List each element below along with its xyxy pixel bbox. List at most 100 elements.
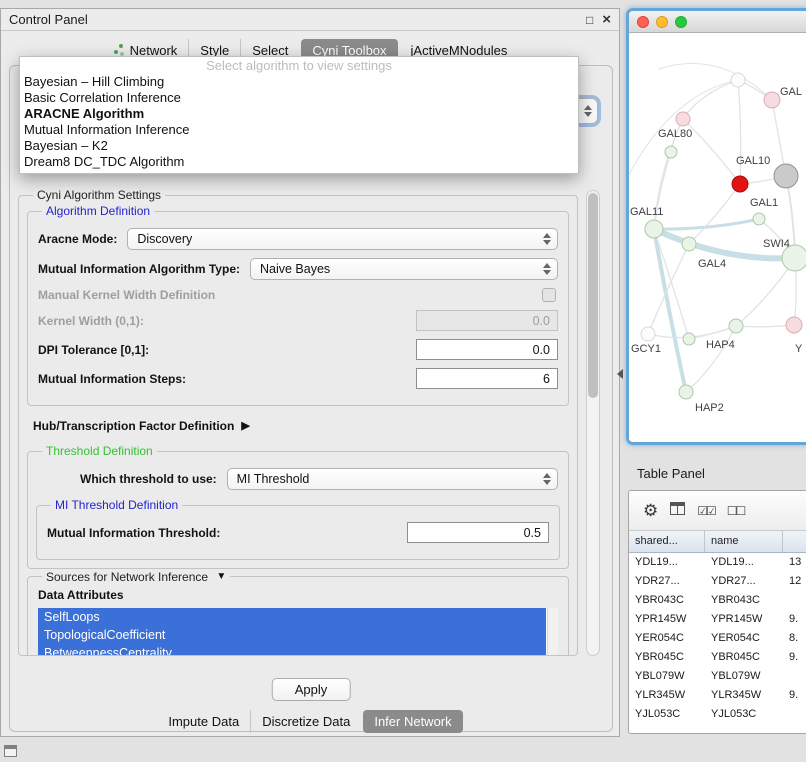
network-node[interactable] bbox=[729, 319, 743, 333]
table-row[interactable]: YBR045CYBR045C9. bbox=[629, 648, 806, 667]
algorithm-option-bayesian-hill-climbing[interactable]: Bayesian – Hill Climbing bbox=[20, 74, 578, 90]
collapse-down-icon: ▼ bbox=[216, 571, 226, 582]
tab-infer-network[interactable]: Infer Network bbox=[363, 710, 462, 733]
table-cell: YLR345W bbox=[705, 686, 783, 705]
network-node[interactable] bbox=[731, 73, 745, 87]
network-edge[interactable] bbox=[659, 63, 772, 100]
close-window-icon[interactable]: × bbox=[602, 14, 611, 26]
table-row[interactable]: YJL053CYJL053C bbox=[629, 705, 806, 724]
which-threshold-label: Which threshold to use: bbox=[80, 472, 217, 486]
table-cell: 8. bbox=[783, 629, 806, 648]
table-row[interactable]: YER054CYER054C8. bbox=[629, 629, 806, 648]
kernel-width-field[interactable]: 0.0 bbox=[416, 310, 558, 331]
network-node[interactable] bbox=[682, 237, 696, 251]
tab-discretize-data[interactable]: Discretize Data bbox=[250, 710, 361, 733]
algorithm-definition-title: Algorithm Definition bbox=[42, 204, 154, 218]
network-edge[interactable] bbox=[738, 80, 741, 184]
table-row[interactable]: YPR145WYPR145W9. bbox=[629, 610, 806, 629]
apply-button[interactable]: Apply bbox=[272, 678, 351, 701]
table-row[interactable]: YLR345WYLR345W9. bbox=[629, 686, 806, 705]
network-edge[interactable] bbox=[736, 258, 795, 326]
gear-icon[interactable]: ⚙ bbox=[643, 501, 658, 521]
table-row[interactable]: YDR27...YDR27...12 bbox=[629, 572, 806, 591]
control-panel-window: Control Panel □ × NetworkStyleSelectCyni… bbox=[0, 8, 620, 737]
network-node[interactable] bbox=[774, 164, 798, 188]
columns-icon[interactable] bbox=[670, 502, 685, 520]
table-cell: YER054C bbox=[629, 629, 705, 648]
minimize-traffic-light-icon[interactable] bbox=[656, 16, 668, 28]
table-row[interactable]: YDL19...YDL19...13 bbox=[629, 553, 806, 572]
node-label-hap2: HAP2 bbox=[695, 402, 724, 414]
combo-stepper-icon bbox=[542, 233, 551, 245]
network-node[interactable] bbox=[732, 176, 748, 192]
list-scrollbar[interactable] bbox=[547, 608, 558, 656]
algorithm-option-aracne-algorithm[interactable]: ARACNE Algorithm bbox=[20, 106, 578, 122]
mi-steps-label: Mutual Information Steps: bbox=[38, 372, 186, 386]
control-panel-title: Control Panel bbox=[9, 12, 88, 27]
algorithm-option-dream8-dc-tdc-algorithm[interactable]: Dream8 DC_TDC Algorithm bbox=[20, 154, 578, 170]
dpi-tolerance-field[interactable]: 0.0 bbox=[416, 339, 558, 360]
network-node[interactable] bbox=[764, 92, 780, 108]
network-edge[interactable] bbox=[654, 219, 759, 229]
network-node[interactable] bbox=[753, 213, 765, 225]
network-node[interactable] bbox=[683, 333, 695, 345]
node-label-hap4: HAP4 bbox=[706, 339, 735, 351]
table-row[interactable]: YBR043CYBR043C bbox=[629, 591, 806, 610]
combo-stepper-icon bbox=[542, 263, 551, 275]
network-edge[interactable] bbox=[689, 184, 740, 244]
select-rows-icon[interactable]: ☑☑ bbox=[697, 504, 715, 518]
control-panel-titlebar[interactable]: Control Panel □ × bbox=[1, 9, 619, 31]
mi-steps-field[interactable]: 6 bbox=[416, 368, 558, 389]
column-header-extra[interactable] bbox=[783, 531, 806, 552]
mi-threshold-row: Mutual Information Threshold: 0.5 bbox=[47, 522, 549, 543]
minimized-panel-icon[interactable] bbox=[4, 745, 17, 757]
attribute-item-betweennesscentrality[interactable]: BetweennessCentrality bbox=[38, 644, 546, 656]
cyni-algorithm-settings-title: Cyni Algorithm Settings bbox=[33, 188, 165, 202]
threshold-definition-title: Threshold Definition bbox=[42, 444, 157, 458]
algorithm-option-mutual-information-inference[interactable]: Mutual Information Inference bbox=[20, 122, 578, 138]
column-header-shared[interactable]: shared... bbox=[629, 531, 705, 552]
network-window-titlebar[interactable] bbox=[629, 11, 806, 33]
tab-impute-data[interactable]: Impute Data bbox=[157, 710, 250, 733]
mi-threshold-field[interactable]: 0.5 bbox=[407, 522, 549, 543]
attribute-item-selfloops[interactable]: SelfLoops bbox=[38, 608, 546, 626]
manual-kernel-label: Manual Kernel Width Definition bbox=[38, 288, 215, 302]
network-node[interactable] bbox=[665, 146, 677, 158]
scrollbar-thumb[interactable] bbox=[588, 193, 598, 398]
table-cell: YJL053C bbox=[629, 705, 705, 724]
aracne-mode-combo[interactable]: Discovery bbox=[127, 228, 558, 250]
splitter-collapse-icon[interactable] bbox=[617, 369, 623, 379]
mi-algorithm-type-combo[interactable]: Naive Bayes bbox=[250, 258, 558, 280]
tab-label: Impute Data bbox=[168, 714, 239, 729]
table-cell: YLR345W bbox=[629, 686, 705, 705]
data-attributes-list[interactable]: SelfLoopsTopologicalCoefficientBetweenne… bbox=[38, 608, 558, 656]
algorithm-option-bayesian-k2[interactable]: Bayesian – K2 bbox=[20, 138, 578, 154]
node-label-gal1: GAL1 bbox=[750, 197, 778, 209]
network-node[interactable] bbox=[641, 327, 655, 341]
network-node[interactable] bbox=[645, 220, 663, 238]
float-window-icon[interactable]: □ bbox=[586, 13, 593, 27]
node-label-gcy1: GCY1 bbox=[631, 343, 661, 355]
network-edge[interactable] bbox=[736, 325, 794, 327]
zoom-traffic-light-icon[interactable] bbox=[675, 16, 687, 28]
network-node[interactable] bbox=[676, 112, 690, 126]
table-row[interactable]: YBL079WYBL079W bbox=[629, 667, 806, 686]
node-label-gal4: GAL4 bbox=[698, 258, 726, 270]
network-canvas[interactable]: GALGAL80GAL10GAL11GAL1SWI4GAL4GCY1HAP4HA… bbox=[629, 34, 806, 442]
settings-scrollbar[interactable] bbox=[586, 190, 600, 656]
hub-definition-label: Hub/Transcription Factor Definition bbox=[33, 419, 234, 433]
attribute-item-topologicalcoefficient[interactable]: TopologicalCoefficient bbox=[38, 626, 546, 644]
node-label-y: Y bbox=[795, 343, 803, 355]
close-traffic-light-icon[interactable] bbox=[637, 16, 649, 28]
popup-placeholder[interactable]: Select algorithm to view settings bbox=[20, 57, 578, 74]
manual-kernel-row: Manual Kernel Width Definition bbox=[38, 288, 558, 302]
hub-definition-toggle[interactable]: Hub/Transcription Factor Definition ▶ bbox=[33, 419, 567, 433]
column-header-name[interactable]: name bbox=[705, 531, 783, 552]
algorithm-option-basic-correlation-inference[interactable]: Basic Correlation Inference bbox=[20, 90, 578, 106]
sources-title[interactable]: Sources for Network Inference ▼ bbox=[42, 569, 230, 584]
which-threshold-combo[interactable]: MI Threshold bbox=[227, 468, 558, 490]
network-node[interactable] bbox=[786, 317, 802, 333]
manual-kernel-checkbox[interactable] bbox=[542, 288, 556, 302]
network-node[interactable] bbox=[679, 385, 693, 399]
deselect-rows-icon[interactable]: ☐☐ bbox=[727, 504, 745, 518]
